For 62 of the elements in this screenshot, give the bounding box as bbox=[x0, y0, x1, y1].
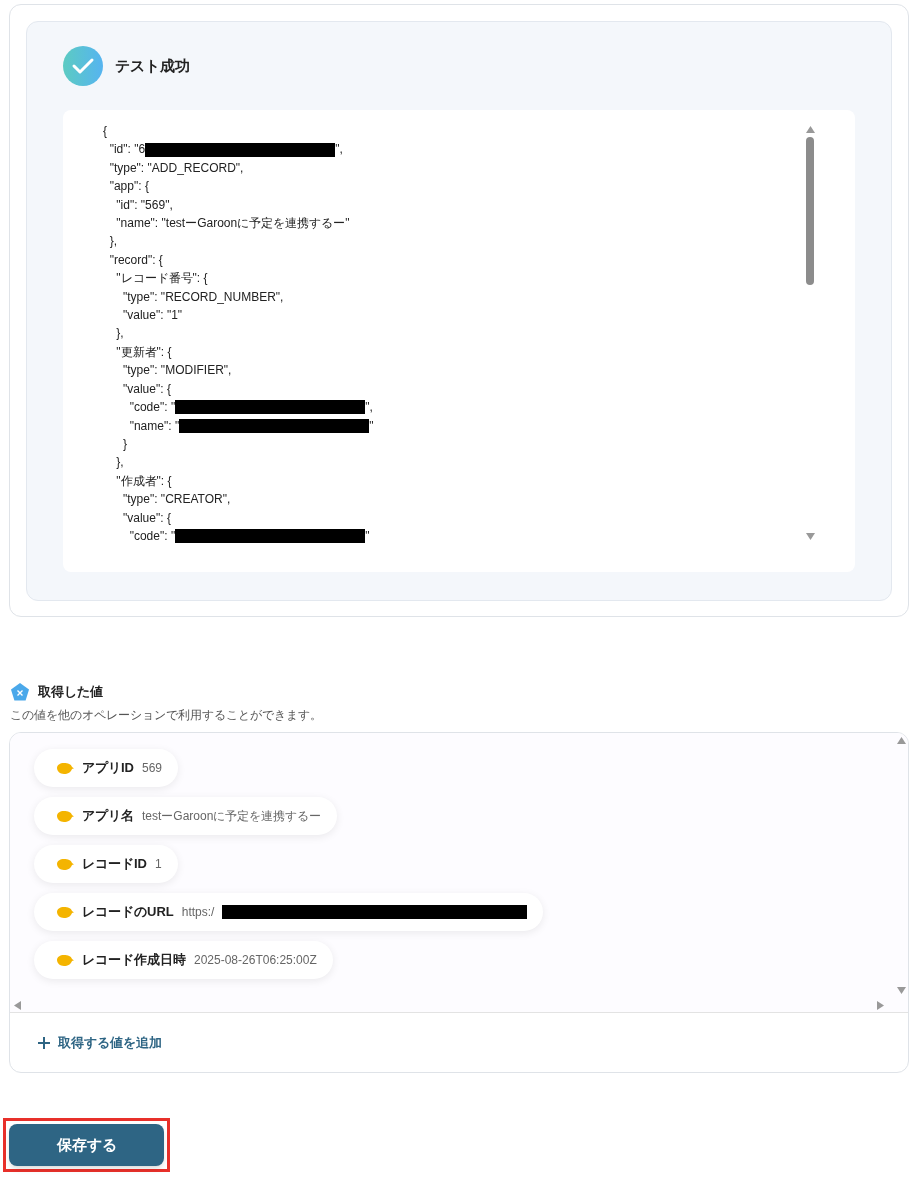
value-chip[interactable]: レコードのURL https:/ bbox=[34, 893, 544, 931]
scroll-right-icon[interactable] bbox=[877, 1000, 884, 1010]
value-text: https:/ bbox=[181, 904, 215, 921]
code-line: "type": "CREATOR", bbox=[122, 491, 231, 509]
pentagon-icon bbox=[10, 682, 30, 702]
value-chip[interactable]: アプリID 569 bbox=[34, 749, 179, 787]
code-line: " bbox=[369, 417, 374, 435]
add-value-button[interactable]: 取得する値を追加 bbox=[38, 1033, 162, 1053]
check-icon bbox=[63, 46, 103, 86]
value-label: アプリID bbox=[82, 759, 134, 778]
code-line: "value": { bbox=[122, 509, 171, 527]
code-line: "type": "MODIFIER", bbox=[122, 362, 232, 380]
code-line: } bbox=[122, 435, 127, 453]
code-line: "作成者": { bbox=[115, 472, 172, 490]
value-label: レコードID bbox=[82, 855, 147, 874]
value-label: レコードのURL bbox=[82, 903, 174, 922]
code-line: "name": "testーGaroonに予定を連携するー" bbox=[115, 215, 350, 233]
scroll-down-icon[interactable] bbox=[896, 987, 906, 994]
value-text: 569 bbox=[142, 760, 163, 777]
value-text: 1 bbox=[155, 856, 162, 873]
section-title: 取得した値 bbox=[38, 683, 103, 702]
value-chip[interactable]: アプリ名 testーGaroonに予定を連携するー bbox=[34, 797, 338, 835]
scroll-down-icon[interactable] bbox=[805, 533, 815, 540]
value-label: アプリ名 bbox=[82, 807, 134, 826]
result-title: テスト成功 bbox=[115, 55, 190, 76]
code-line: "code": " bbox=[128, 527, 176, 545]
code-line: "value": { bbox=[122, 380, 171, 398]
code-line: "code": " bbox=[128, 399, 176, 417]
code-line: "レコード番号": { bbox=[115, 270, 208, 288]
value-text: 2025-08-26T06:25:00Z bbox=[194, 952, 317, 969]
value-text: testーGaroonに予定を連携するー bbox=[142, 808, 322, 825]
code-line: }, bbox=[115, 325, 124, 343]
value-chip[interactable]: レコードID 1 bbox=[34, 845, 178, 883]
code-line: }, bbox=[115, 454, 124, 472]
cloud-icon bbox=[54, 761, 74, 775]
code-line: }, bbox=[108, 233, 117, 251]
scroll-up-icon[interactable] bbox=[896, 737, 906, 744]
cloud-icon bbox=[54, 857, 74, 871]
code-line: "type": "ADD_RECORD", bbox=[108, 159, 244, 177]
code-line: "id": "6 bbox=[108, 141, 146, 159]
code-line: " bbox=[365, 527, 370, 545]
cloud-icon bbox=[54, 809, 74, 823]
code-line: ", bbox=[365, 399, 373, 417]
scroll-up-icon[interactable] bbox=[805, 126, 815, 133]
code-line: "name": " bbox=[128, 417, 180, 435]
cloud-icon bbox=[54, 953, 74, 967]
code-line: "更新者": { bbox=[115, 343, 172, 361]
code-line: "value": "1" bbox=[122, 307, 183, 325]
code-line: "type": "RECORD_NUMBER", bbox=[122, 288, 284, 306]
scrollbar-thumb[interactable] bbox=[806, 137, 814, 285]
value-chip[interactable]: レコード作成日時 2025-08-26T06:25:00Z bbox=[34, 941, 333, 979]
plus-icon bbox=[38, 1037, 50, 1049]
code-line: "record": { bbox=[108, 251, 163, 269]
section-description: この値を他のオペレーションで利用することができます。 bbox=[10, 707, 323, 724]
code-line: "id": "569", bbox=[115, 196, 173, 214]
save-button[interactable]: 保存する bbox=[9, 1124, 164, 1166]
code-line: "app": { bbox=[108, 178, 149, 196]
cloud-icon bbox=[54, 905, 74, 919]
scroll-left-icon[interactable] bbox=[14, 1000, 21, 1010]
code-line: ", bbox=[335, 141, 343, 159]
code-line: { bbox=[103, 123, 107, 140]
value-label: レコード作成日時 bbox=[82, 951, 186, 970]
